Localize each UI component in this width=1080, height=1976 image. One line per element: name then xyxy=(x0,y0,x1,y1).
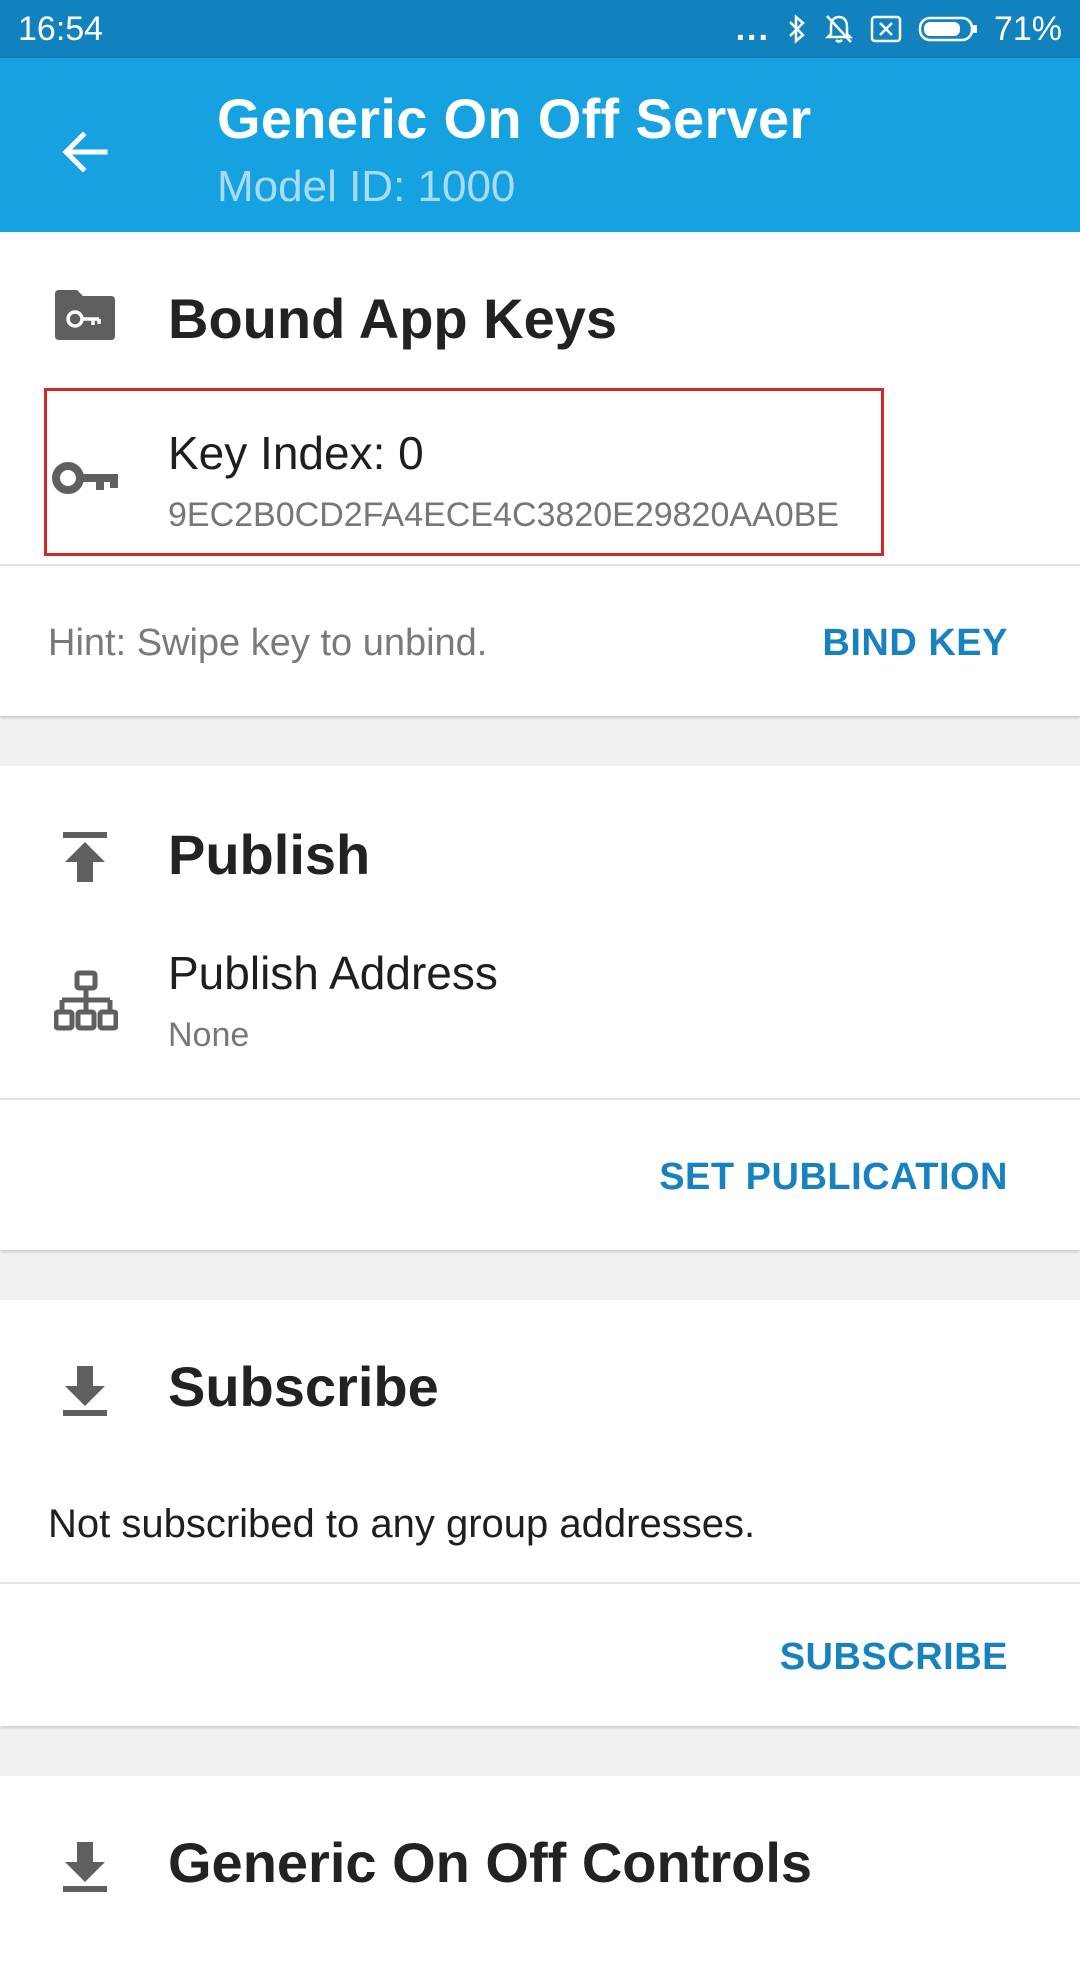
subscribe-header: Subscribe xyxy=(0,1300,1080,1450)
network-icon xyxy=(50,966,122,1038)
subscribe-button[interactable]: SUBSCRIBE xyxy=(780,1636,1008,1679)
bluetooth-icon xyxy=(786,13,808,45)
arrow-back-icon xyxy=(62,131,108,173)
battery-icon xyxy=(918,16,978,42)
sim-blocked-icon xyxy=(870,15,902,43)
bound-app-keys-title: Bound App Keys xyxy=(168,287,618,350)
divider xyxy=(0,564,1080,566)
publish-title: Publish xyxy=(168,823,371,886)
battery-percent: 71% xyxy=(993,9,1062,48)
highlight-box xyxy=(44,388,884,556)
unbind-hint: Hint: Swipe key to unbind. xyxy=(48,622,488,664)
publish-header: Publish xyxy=(0,766,1080,916)
subscribe-message: Not subscribed to any group addresses. xyxy=(48,1502,756,1546)
subscribe-title: Subscribe xyxy=(168,1355,439,1418)
download-icon xyxy=(50,1832,120,1902)
controls-header: Generic On Off Controls xyxy=(0,1776,1080,1926)
divider xyxy=(0,1582,1080,1584)
bound-app-keys-header: Bound App Keys xyxy=(0,232,1080,382)
status-bar: 16:54 ... 71% xyxy=(0,0,1080,58)
app-bar: Generic On Off Server Model ID: 1000 xyxy=(0,58,1080,232)
publish-address-value: None xyxy=(168,1016,250,1054)
notifications-off-icon xyxy=(824,13,854,45)
publish-address-label: Publish Address xyxy=(168,947,498,999)
controls-title: Generic On Off Controls xyxy=(168,1831,813,1894)
publish-address-row[interactable]: Publish Address None xyxy=(0,946,1080,1096)
publish-icon xyxy=(50,822,120,892)
divider xyxy=(0,1098,1080,1100)
publish-card: Publish Publish Address None SET PUBLICA… xyxy=(0,766,1080,1250)
back-button[interactable] xyxy=(40,108,128,196)
more-notifications-icon: ... xyxy=(735,9,770,48)
set-publication-button[interactable]: SET PUBLICATION xyxy=(659,1156,1008,1199)
page-title: Generic On Off Server xyxy=(217,87,812,150)
download-icon xyxy=(50,1356,120,1426)
status-icons: ... 71% xyxy=(736,10,1062,49)
bind-key-button[interactable]: BIND KEY xyxy=(822,622,1008,665)
folder-key-icon xyxy=(50,280,120,350)
subscribe-card: Subscribe Not subscribed to any group ad… xyxy=(0,1300,1080,1726)
status-time: 16:54 xyxy=(18,9,104,48)
controls-card: Generic On Off Controls xyxy=(0,1776,1080,1976)
model-id: Model ID: 1000 xyxy=(217,162,516,211)
